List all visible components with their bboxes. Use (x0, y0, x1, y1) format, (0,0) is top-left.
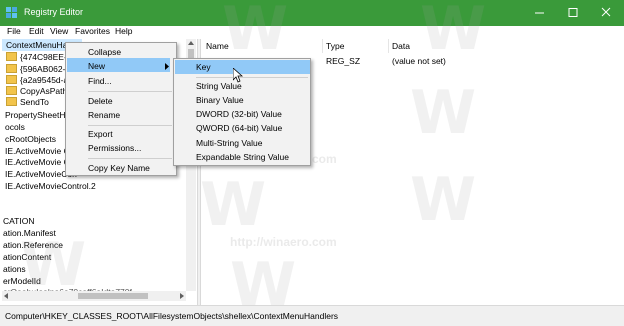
submenu-key[interactable]: Key (174, 60, 211, 74)
context-menu-collapse[interactable]: Collapse (66, 45, 121, 59)
mouse-cursor-icon (233, 68, 243, 83)
watermark-text: http://winaero.com (230, 235, 337, 249)
tree-item-label: SendTo (20, 97, 49, 107)
context-menu: Collapse New Find... Delete Rename Expor… (65, 42, 177, 176)
context-menu-find[interactable]: Find... (66, 74, 112, 88)
column-header-type[interactable]: Type (326, 39, 344, 53)
submenu-qword-value[interactable]: QWORD (64-bit) Value (174, 121, 282, 135)
tree-item-label: cRootObjects (5, 134, 57, 144)
close-button[interactable] (590, 0, 624, 26)
status-path: Computer\HKEY_CLASSES_ROOT\AllFilesystem… (5, 311, 339, 321)
scroll-left-icon[interactable] (2, 291, 12, 301)
menu-favorites[interactable]: Favorites (75, 26, 110, 37)
menu-separator (88, 125, 172, 126)
minimize-button[interactable] (522, 0, 556, 26)
menu-separator (88, 91, 172, 92)
maximize-button[interactable] (556, 0, 590, 26)
submenu-string-value[interactable]: String Value (174, 79, 242, 93)
folder-icon (6, 75, 17, 84)
scroll-up-icon[interactable] (186, 39, 196, 47)
tree-item-label: CATION (3, 216, 35, 226)
folder-icon (6, 86, 17, 95)
context-menu-export[interactable]: Export (66, 127, 113, 141)
tree-item[interactable]: IE.ActiveMovieControl.2 (5, 181, 96, 192)
menu-help[interactable]: Help (115, 26, 132, 37)
watermark-logo: W (420, 0, 487, 64)
value-type: REG_SZ (326, 56, 361, 66)
menu-separator (88, 158, 172, 159)
tree-item-label: ocols (5, 122, 25, 132)
watermark-logo: W (410, 165, 477, 235)
context-menu-copy-key-name[interactable]: Copy Key Name (66, 161, 150, 175)
tree-item[interactable]: ocols (5, 122, 25, 133)
submenu-binary-value[interactable]: Binary Value (174, 93, 244, 107)
context-menu-permissions[interactable]: Permissions... (66, 141, 141, 155)
menu-edit[interactable]: Edit (29, 26, 44, 37)
watermark-logo: W (410, 78, 477, 148)
tree-item[interactable]: {a2a9545d-a0 (6, 75, 73, 86)
menu-view[interactable]: View (50, 26, 68, 37)
menu-separator (196, 77, 308, 78)
watermark-logo: W (222, 0, 289, 64)
context-menu-delete[interactable]: Delete (66, 94, 113, 108)
column-divider[interactable] (322, 39, 323, 53)
title-bar[interactable]: Registry Editor (0, 0, 624, 26)
minimize-icon (535, 12, 544, 14)
column-header-data[interactable]: Data (392, 39, 410, 53)
column-divider[interactable] (388, 39, 389, 53)
context-menu-rename[interactable]: Rename (66, 108, 120, 122)
watermark-logo: W (200, 170, 267, 240)
menu-bar: File Edit View Favorites Help (0, 26, 624, 37)
context-menu-new[interactable]: New (66, 59, 105, 73)
tree-item[interactable]: SendTo (6, 97, 49, 108)
tree-item-label: IE.ActiveMovieControl.2 (5, 181, 96, 191)
submenu-dword-value[interactable]: DWORD (32-bit) Value (174, 107, 282, 121)
registry-icon (6, 7, 17, 18)
submenu-multi-string-value[interactable]: Multi-String Value (174, 136, 262, 150)
folder-icon (6, 97, 17, 106)
submenu-expandable-string-value[interactable]: Expandable String Value (174, 150, 289, 164)
menu-file[interactable]: File (7, 26, 21, 37)
scroll-right-icon[interactable] (176, 291, 186, 301)
tree-item[interactable]: CATION (3, 216, 34, 227)
close-icon (601, 7, 611, 17)
maximize-icon (568, 8, 578, 17)
tree-horizontal-scroll-thumb[interactable] (78, 293, 148, 299)
folder-icon (6, 52, 17, 61)
chevron-right-icon (165, 63, 169, 70)
watermark-logo: W (20, 230, 87, 300)
folder-icon (6, 64, 17, 73)
window-title: Registry Editor (24, 7, 84, 17)
registry-editor-window: Registry Editor File Edit View Favorites… (0, 0, 624, 326)
tree-item[interactable]: cRootObjects (5, 134, 56, 145)
status-bar: Computer\HKEY_CLASSES_ROOT\AllFilesystem… (0, 305, 624, 326)
